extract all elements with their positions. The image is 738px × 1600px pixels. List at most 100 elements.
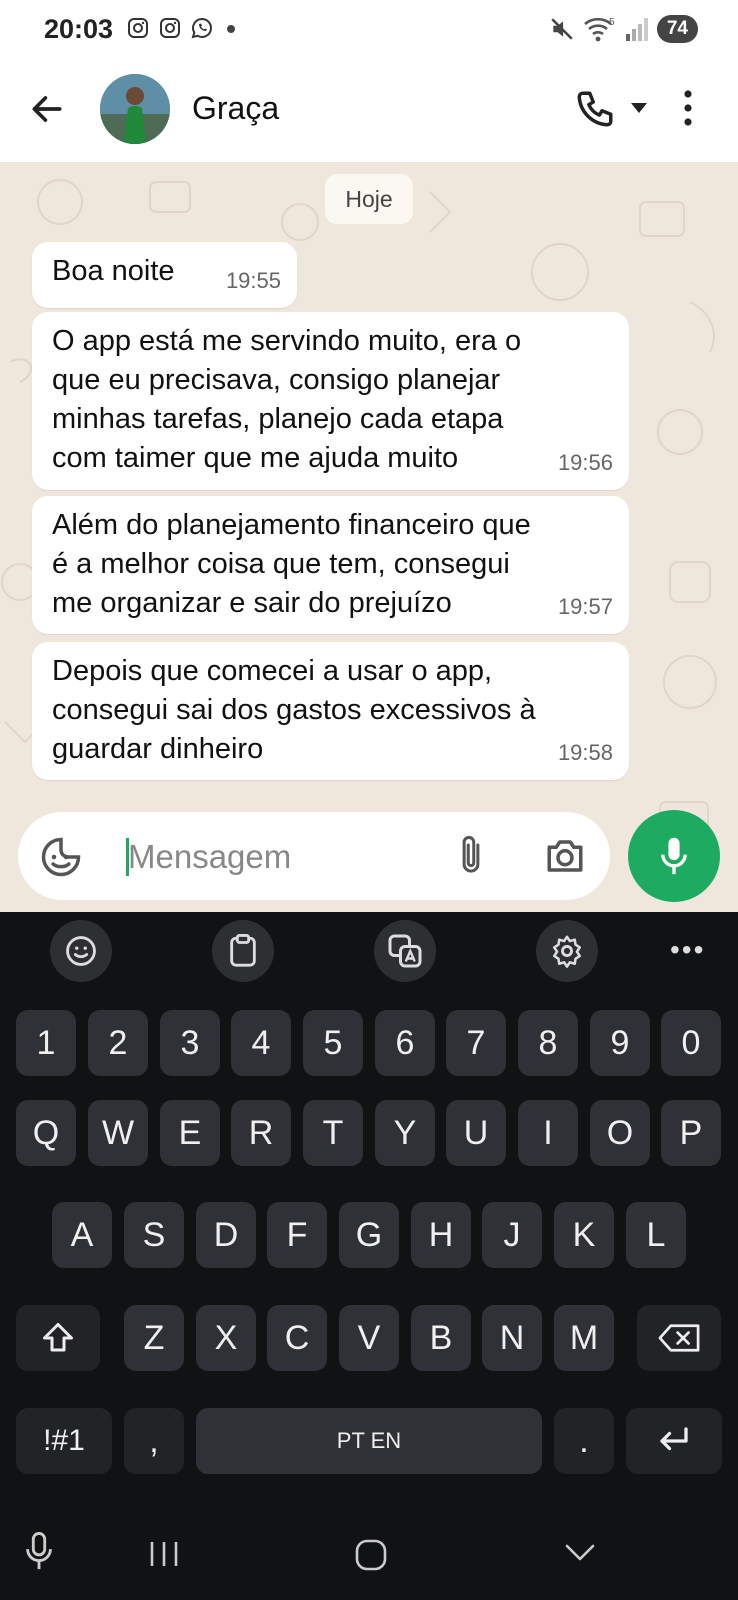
- chevron-down-icon[interactable]: [564, 1542, 596, 1564]
- keyboard-settings-button[interactable]: [536, 920, 598, 982]
- enter-key[interactable]: [626, 1408, 722, 1474]
- key-6[interactable]: 6: [375, 1010, 435, 1076]
- chat-header: Graça: [0, 62, 738, 162]
- key-q[interactable]: Q: [16, 1100, 76, 1166]
- instagram-icon: [128, 18, 148, 38]
- message-composer: Mensagem: [0, 800, 738, 912]
- voice-message-button[interactable]: [628, 810, 720, 902]
- message-time: 19:56: [557, 450, 613, 475]
- period-key[interactable]: .: [554, 1408, 614, 1474]
- keyboard-clipboard-button[interactable]: [212, 920, 274, 982]
- shift-icon: [43, 1323, 73, 1352]
- key-8[interactable]: 8: [518, 1010, 578, 1076]
- status-right: 5 74: [549, 15, 698, 43]
- key-4[interactable]: 4: [231, 1010, 291, 1076]
- translate-icon: [388, 934, 422, 968]
- recent-apps-icon[interactable]: [148, 1540, 180, 1568]
- message-bubble[interactable]: O app está me servindo muito, era o que …: [32, 312, 629, 490]
- key-g[interactable]: G: [339, 1202, 399, 1268]
- more-options-icon[interactable]: [682, 88, 694, 128]
- key-y[interactable]: Y: [375, 1100, 435, 1166]
- back-arrow-icon[interactable]: [28, 90, 66, 128]
- call-dropdown-icon[interactable]: [630, 102, 648, 114]
- key-e[interactable]: E: [160, 1100, 220, 1166]
- key-s[interactable]: S: [124, 1202, 184, 1268]
- message-text: Além do planejamento financeiro que é a …: [52, 509, 531, 619]
- key-l[interactable]: L: [626, 1202, 686, 1268]
- backspace-icon: [658, 1324, 700, 1352]
- space-key[interactable]: PT EN: [196, 1408, 542, 1474]
- wifi-tag: 5: [609, 17, 615, 28]
- key-w[interactable]: W: [88, 1100, 148, 1166]
- message-time: 19:57: [557, 594, 613, 619]
- contact-name[interactable]: Graça: [192, 90, 279, 127]
- key-z[interactable]: Z: [124, 1305, 184, 1371]
- keyboard-emoji-button[interactable]: [50, 920, 112, 982]
- key-p[interactable]: P: [661, 1100, 721, 1166]
- status-time: 20:03: [44, 14, 114, 44]
- key-k[interactable]: K: [554, 1202, 614, 1268]
- key-v[interactable]: V: [339, 1305, 399, 1371]
- message-text: O app está me servindo muito, era o que …: [52, 325, 522, 474]
- keyboard-mic-icon[interactable]: [24, 1532, 54, 1572]
- whatsapp-icon: [191, 17, 212, 39]
- key-7[interactable]: 7: [446, 1010, 506, 1076]
- message-text: Depois que comecei a usar o app, consegu…: [52, 655, 536, 765]
- backspace-key[interactable]: [637, 1305, 721, 1371]
- key-o[interactable]: O: [590, 1100, 650, 1166]
- message-input[interactable]: Mensagem: [128, 838, 291, 876]
- key-9[interactable]: 9: [590, 1010, 650, 1076]
- key-2[interactable]: 2: [88, 1010, 148, 1076]
- mute-icon: [551, 18, 573, 40]
- shift-key[interactable]: [16, 1305, 100, 1371]
- key-d[interactable]: D: [196, 1202, 256, 1268]
- key-c[interactable]: C: [267, 1305, 327, 1371]
- enter-icon: [660, 1427, 688, 1451]
- clipboard-icon: [230, 934, 256, 967]
- key-1[interactable]: 1: [16, 1010, 76, 1076]
- comma-key[interactable]: ,: [124, 1408, 184, 1474]
- key-3[interactable]: 3: [160, 1010, 220, 1076]
- wifi-icon: 5: [584, 17, 615, 42]
- system-navigation-bar: [0, 1510, 738, 1600]
- key-i[interactable]: I: [518, 1100, 578, 1166]
- notification-dot-icon: [227, 25, 235, 33]
- gear-icon: [552, 935, 582, 968]
- avatar-photo: [100, 74, 170, 144]
- key-u[interactable]: U: [446, 1100, 506, 1166]
- key-a[interactable]: A: [52, 1202, 112, 1268]
- instagram-icon: [160, 18, 180, 38]
- key-0[interactable]: 0: [661, 1010, 721, 1076]
- phone-call-icon[interactable]: [574, 88, 616, 130]
- key-h[interactable]: H: [411, 1202, 471, 1268]
- key-n[interactable]: N: [482, 1305, 542, 1371]
- symbols-key[interactable]: !#1: [16, 1408, 112, 1474]
- message-time: 19:55: [225, 268, 281, 293]
- message-input-container[interactable]: Mensagem: [18, 812, 610, 900]
- key-f[interactable]: F: [267, 1202, 327, 1268]
- message-bubble[interactable]: Depois que comecei a usar o app, consegu…: [32, 642, 629, 780]
- keyboard: ••• 1 2 3 4 5 6 7 8 9 0 Q W E R T Y U I …: [0, 912, 738, 1600]
- key-r[interactable]: R: [231, 1100, 291, 1166]
- battery-level: 74: [656, 15, 698, 43]
- message-bubble[interactable]: Além do planejamento financeiro que é a …: [32, 496, 629, 634]
- microphone-icon: [661, 837, 687, 875]
- camera-icon[interactable]: [544, 836, 586, 876]
- smiley-icon: [66, 936, 96, 966]
- attach-icon[interactable]: [454, 834, 488, 878]
- key-5[interactable]: 5: [303, 1010, 363, 1076]
- key-j[interactable]: J: [482, 1202, 542, 1268]
- date-chip: Hoje: [325, 174, 413, 224]
- key-m[interactable]: M: [554, 1305, 614, 1371]
- key-x[interactable]: X: [196, 1305, 256, 1371]
- message-time: 19:58: [557, 740, 613, 765]
- key-b[interactable]: B: [411, 1305, 471, 1371]
- sticker-icon[interactable]: [40, 836, 82, 878]
- message-bubble[interactable]: Boa noite 19:55: [32, 242, 297, 308]
- keyboard-more-icon[interactable]: •••: [670, 934, 705, 966]
- avatar[interactable]: [100, 74, 170, 144]
- key-t[interactable]: T: [303, 1100, 363, 1166]
- status-bar: 20:03 5 74: [0, 0, 738, 62]
- home-icon[interactable]: [354, 1538, 388, 1572]
- keyboard-translate-button[interactable]: [374, 920, 436, 982]
